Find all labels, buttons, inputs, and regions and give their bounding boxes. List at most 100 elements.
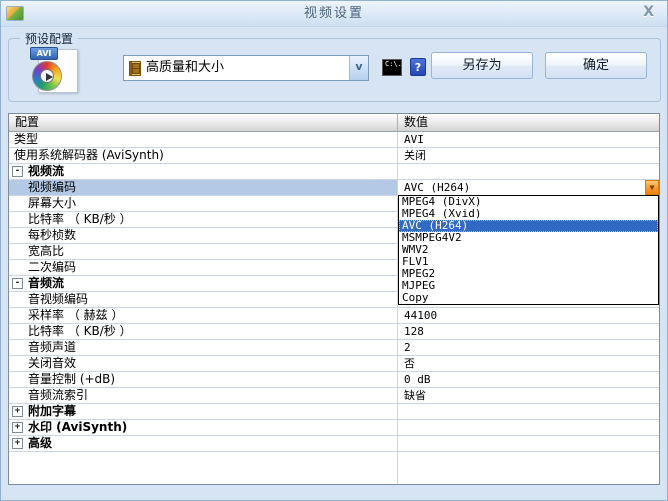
expand-icon[interactable]: + <box>12 406 23 417</box>
save-as-button[interactable]: 另存为 <box>431 52 533 79</box>
row-label-text: 使用系统解码器 (AviSynth) <box>14 148 164 162</box>
row-label: - 视频流 <box>9 164 398 179</box>
row-label-text: 类型 <box>14 132 39 146</box>
table-row-17[interactable]: + 附加字幕 <box>9 404 659 420</box>
row-label: + 水印 (AviSynth) <box>9 420 398 435</box>
row-value: 缺省 <box>404 389 426 402</box>
table-row-0[interactable]: 类型 AVI <box>9 132 659 148</box>
row-label-text: 视频编码 <box>28 180 77 194</box>
collapse-icon[interactable]: - <box>12 278 23 289</box>
row-label: 视频编码 <box>9 180 398 195</box>
codec-dropdown-list: MPEG4 (DivX) MPEG4 (Xvid) AVC (H264) MSMPEG… <box>398 195 659 305</box>
table-header: 配置 数值 <box>9 114 659 132</box>
row-label: 二次编码 <box>9 260 398 275</box>
row-label-text: 音视频编码 <box>28 292 89 306</box>
empty-name-cell <box>9 452 398 484</box>
table-empty-area <box>9 452 659 484</box>
row-label: 使用系统解码器 (AviSynth) <box>9 148 398 163</box>
help-button[interactable]: ? <box>410 58 426 76</box>
header-config-column: 配置 <box>9 114 398 131</box>
color-wheel-icon <box>32 61 62 91</box>
play-icon <box>46 73 53 81</box>
row-label-text: 比特率 （ KB/秒 ） <box>28 324 132 338</box>
row-label-text: 音频声道 <box>28 340 77 354</box>
row-label: + 高级 <box>9 436 398 451</box>
table-row-3[interactable]: 视频编码 AVC (H264) ▼ <box>9 180 659 196</box>
close-icon[interactable]: X <box>643 4 654 20</box>
row-value: 否 <box>404 357 415 370</box>
chevron-down-icon[interactable]: v <box>349 56 368 80</box>
row-value: AVI <box>404 133 424 146</box>
table-row-12[interactable]: 比特率 （ KB/秒 ） 128 <box>9 324 659 340</box>
codec-option-3[interactable]: MSMPEG4V2 <box>399 232 658 244</box>
empty-value-cell <box>398 452 659 484</box>
codec-option-6[interactable]: MPEG2 <box>399 268 658 280</box>
preset-group-label: 预设配置 <box>20 30 79 47</box>
expand-icon[interactable]: + <box>12 438 23 449</box>
codec-option-2[interactable]: AVC (H264) <box>399 220 658 232</box>
table-row-13[interactable]: 音频声道 2 <box>9 340 659 356</box>
command-line-icon[interactable]: C:\. <box>382 59 402 76</box>
row-label-text: 二次编码 <box>28 260 77 274</box>
ok-button[interactable]: 确定 <box>545 52 647 79</box>
row-label: 关闭音效 <box>9 356 398 371</box>
video-settings-dialog: 视频设置 X 预设配置 AVI 高质量和大小 v C:\. ? 另存为 确定 配… <box>0 0 668 501</box>
table-row-16[interactable]: 音频流索引 缺省 <box>9 388 659 404</box>
codec-option-5[interactable]: FLV1 <box>399 256 658 268</box>
row-label: 音视频编码 <box>9 292 398 307</box>
codec-option-4[interactable]: WMV2 <box>399 244 658 256</box>
codec-option-7[interactable]: MJPEG <box>399 280 658 292</box>
expand-icon[interactable]: + <box>12 422 23 433</box>
row-label-text: 音频流索引 <box>28 388 89 402</box>
table-row-18[interactable]: + 水印 (AviSynth) <box>9 420 659 436</box>
row-label: 类型 <box>9 132 398 147</box>
table-row-2[interactable]: - 视频流 <box>9 164 659 180</box>
row-label: 屏幕大小 <box>9 196 398 211</box>
row-label: 比特率 （ KB/秒 ） <box>9 324 398 339</box>
row-label-text: 屏幕大小 <box>28 196 77 210</box>
row-value: 2 <box>404 341 411 354</box>
row-value: 关闭 <box>404 149 426 162</box>
row-label-text: 采样率 （ 赫兹 ） <box>28 308 124 322</box>
dialog-title: 视频设置 <box>303 6 364 21</box>
row-label-text: 关闭音效 <box>28 356 77 370</box>
row-label: 采样率 （ 赫兹 ） <box>9 308 398 323</box>
row-value: 128 <box>404 325 424 338</box>
header-value-column: 数值 <box>404 115 429 129</box>
row-label-text: 宽高比 <box>28 244 65 258</box>
row-value <box>398 164 659 179</box>
avi-format-icon: AVI <box>30 47 82 95</box>
table-row-11[interactable]: 采样率 （ 赫兹 ） 44100 <box>9 308 659 324</box>
row-label: - 音频流 <box>9 276 398 291</box>
table-row-14[interactable]: 关闭音效 否 <box>9 356 659 372</box>
codec-option-8[interactable]: Copy <box>399 292 658 304</box>
table-row-19[interactable]: + 高级 <box>9 436 659 452</box>
row-label-text: 水印 (AviSynth) <box>28 420 128 434</box>
table-row-1[interactable]: 使用系统解码器 (AviSynth) 关闭 <box>9 148 659 164</box>
row-label: 宽高比 <box>9 244 398 259</box>
row-value: 44100 <box>404 309 438 322</box>
row-label: 音量控制 (+dB) <box>9 372 398 387</box>
row-label-text: 比特率 （ KB/秒 ） <box>28 212 132 226</box>
row-label: + 附加字幕 <box>9 404 398 419</box>
value-dropdown-button[interactable]: ▼ <box>645 180 659 195</box>
row-label: 音频流索引 <box>9 388 398 403</box>
row-value <box>398 436 659 451</box>
codec-option-0[interactable]: MPEG4 (DivX) <box>399 196 658 208</box>
row-label: 比特率 （ KB/秒 ） <box>9 212 398 227</box>
preset-combobox[interactable]: 高质量和大小 v <box>123 55 369 81</box>
row-value: 0 dB <box>404 373 431 386</box>
codec-option-1[interactable]: MPEG4 (Xvid) <box>399 208 658 220</box>
row-label-text: 音频流 <box>28 276 65 290</box>
row-label-text: 高级 <box>28 436 53 450</box>
titlebar[interactable]: 视频设置 X <box>1 1 667 27</box>
row-value <box>398 404 659 419</box>
collapse-icon[interactable]: - <box>12 166 23 177</box>
preset-combo-value: 高质量和大小 <box>146 60 225 75</box>
film-strip-icon <box>129 61 141 76</box>
table-row-15[interactable]: 音量控制 (+dB) 0 dB <box>9 372 659 388</box>
row-label: 音频声道 <box>9 340 398 355</box>
row-label-text: 音量控制 (+dB) <box>28 372 116 386</box>
row-value <box>398 420 659 435</box>
avi-badge: AVI <box>30 47 58 60</box>
